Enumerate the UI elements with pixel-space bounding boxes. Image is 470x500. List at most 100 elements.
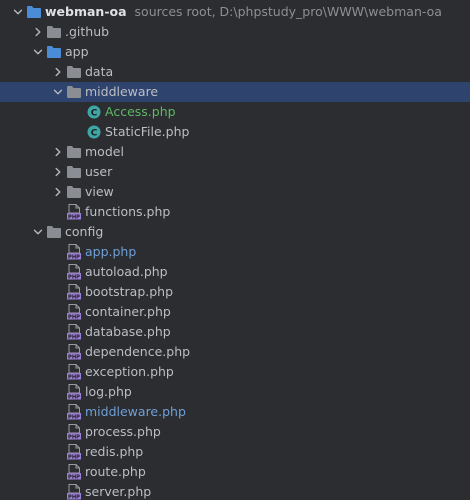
chevron-down-icon[interactable] [30,222,46,242]
svg-text:PHP: PHP [68,355,80,360]
tree-item-label: middleware.php [85,404,186,419]
tree-item-autoload-php[interactable]: PHP autoload.php [0,262,470,282]
svg-text:C: C [91,128,98,138]
tree-item-view[interactable]: view [0,182,470,202]
project-tree: webman-oa sources root, D:\phpstudy_pro\… [0,0,470,500]
svg-text:PHP: PHP [68,435,80,440]
source-folder-icon [26,4,42,20]
tree-item-label: StaticFile.php [105,124,190,139]
svg-text:PHP: PHP [68,215,80,220]
svg-text:PHP: PHP [68,495,80,500]
tree-item-github[interactable]: .github [0,22,470,42]
tree-item-staticfile-php[interactable]: C StaticFile.php [0,122,470,142]
tree-item-label: middleware [85,84,159,99]
tree-item-label: functions.php [85,204,171,219]
tree-item-functions-php[interactable]: PHP functions.php [0,202,470,222]
tree-item-redis-php[interactable]: PHP redis.php [0,442,470,462]
tree-item-container-php[interactable]: PHP container.php [0,302,470,322]
chevron-right-icon[interactable] [50,142,66,162]
tree-item-app[interactable]: app [0,42,470,62]
tree-item-model[interactable]: model [0,142,470,162]
folder-icon [66,184,82,200]
php-file-icon: PHP [66,444,82,460]
tree-item-exception-php[interactable]: PHP exception.php [0,362,470,382]
svg-text:PHP: PHP [68,335,80,340]
tree-item-middleware-php[interactable]: PHP middleware.php [0,402,470,422]
folder-icon [66,84,82,100]
php-file-icon: PHP [66,324,82,340]
tree-item-label: Access.php [105,104,176,119]
svg-text:PHP: PHP [68,475,80,480]
tree-item-label: dependence.php [85,344,191,359]
tree-item-log-php[interactable]: PHP log.php [0,382,470,402]
tree-root-project[interactable]: webman-oa sources root, D:\phpstudy_pro\… [0,2,470,22]
tree-item-data[interactable]: data [0,62,470,82]
chevron-right-icon[interactable] [50,62,66,82]
svg-text:PHP: PHP [68,295,80,300]
svg-text:PHP: PHP [68,415,80,420]
chevron-down-icon[interactable] [50,82,66,102]
tree-item-app-php[interactable]: PHP app.php [0,242,470,262]
svg-text:PHP: PHP [68,395,80,400]
chevron-down-icon[interactable] [30,42,46,62]
php-file-icon: PHP [66,204,82,220]
tree-item-label: app.php [85,244,137,259]
php-file-icon: PHP [66,304,82,320]
chevron-right-icon[interactable] [50,182,66,202]
tree-item-label: autoload.php [85,264,168,279]
tree-item-label: model [85,144,124,159]
tree-item-label: view [85,184,114,199]
tree-item-server-php[interactable]: PHP server.php [0,482,470,500]
tree-item-label: app [65,44,89,59]
tree-item-label: log.php [85,384,132,399]
tree-item-label: process.php [85,424,161,439]
svg-text:PHP: PHP [68,315,80,320]
php-file-icon: PHP [66,424,82,440]
svg-text:C: C [91,108,98,118]
php-file-icon: PHP [66,404,82,420]
folder-icon [46,224,62,240]
svg-text:PHP: PHP [68,275,80,280]
php-file-icon: PHP [66,264,82,280]
svg-text:PHP: PHP [68,375,80,380]
tree-item-user[interactable]: user [0,162,470,182]
php-class-icon: C [86,124,102,140]
php-file-icon: PHP [66,344,82,360]
tree-item-dependence-php[interactable]: PHP dependence.php [0,342,470,362]
php-file-icon: PHP [66,244,82,260]
tree-item-process-php[interactable]: PHP process.php [0,422,470,442]
tree-item-label: bootstrap.php [85,284,174,299]
tree-item-label: data [85,64,114,79]
tree-item-label: container.php [85,304,171,319]
php-file-icon: PHP [66,484,82,500]
tree-item-label: server.php [85,484,152,499]
project-path-hint: sources root, D:\phpstudy_pro\WWW\webman… [134,4,442,19]
folder-icon [46,24,62,40]
tree-item-label: database.php [85,324,171,339]
tree-item-label: config [65,224,104,239]
tree-item-bootstrap-php[interactable]: PHP bootstrap.php [0,282,470,302]
tree-item-database-php[interactable]: PHP database.php [0,322,470,342]
tree-item-label: redis.php [85,444,144,459]
chevron-right-icon[interactable] [50,162,66,182]
php-file-icon: PHP [66,364,82,380]
chevron-down-icon[interactable] [10,2,26,22]
tree-item-label: .github [65,24,110,39]
svg-text:PHP: PHP [68,255,80,260]
folder-icon [66,164,82,180]
project-name: webman-oa [45,4,127,19]
tree-item-label: user [85,164,113,179]
php-file-icon: PHP [66,464,82,480]
tree-item-middleware[interactable]: middleware [0,82,470,102]
folder-icon [66,64,82,80]
chevron-right-icon[interactable] [30,22,46,42]
source-folder-icon [46,44,62,60]
tree-item-config[interactable]: config [0,222,470,242]
folder-icon [66,144,82,160]
php-file-icon: PHP [66,384,82,400]
svg-text:PHP: PHP [68,455,80,460]
php-class-icon: C [86,104,102,120]
tree-item-access-php[interactable]: C Access.php [0,102,470,122]
tree-item-route-php[interactable]: PHP route.php [0,462,470,482]
tree-item-label: route.php [85,464,146,479]
